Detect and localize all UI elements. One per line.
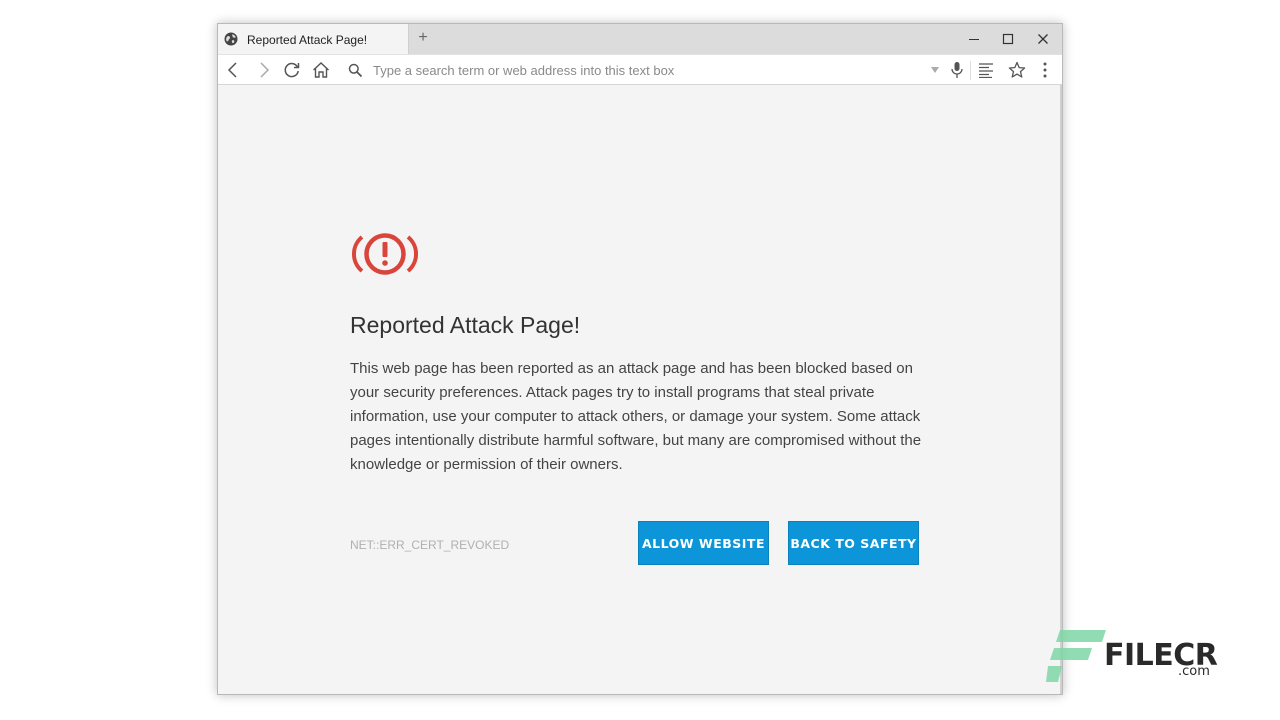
globe-icon: [224, 32, 238, 46]
home-button[interactable]: [310, 60, 332, 80]
warning-alert-icon: [352, 233, 418, 275]
microphone-icon: [951, 62, 963, 78]
window-edge-shade: [1060, 85, 1062, 694]
menu-icon: [1043, 62, 1047, 78]
toolbar-divider: [970, 61, 971, 80]
voice-search-button[interactable]: [946, 60, 968, 80]
star-icon: [1008, 61, 1026, 78]
minimize-button[interactable]: [959, 28, 989, 50]
address-dropdown-button[interactable]: [924, 60, 946, 80]
warning-description: This web page has been reported as an at…: [350, 360, 922, 473]
error-code: NET::ERR_CERT_REVOKED: [350, 538, 510, 552]
menu-button[interactable]: [1034, 60, 1056, 80]
dropdown-icon: [931, 67, 939, 73]
navigation-toolbar: Type a search term or web address into t…: [218, 54, 1062, 85]
back-icon: [227, 62, 237, 78]
address-bar[interactable]: Type a search term or web address into t…: [373, 63, 674, 78]
forward-button[interactable]: [253, 60, 275, 80]
watermark-domain: .com: [1178, 664, 1210, 679]
allow-website-button[interactable]: ALLOW WEBSITE: [638, 521, 769, 565]
maximize-icon: [1002, 33, 1014, 45]
page-title: Reported Attack Page!: [350, 312, 581, 338]
active-tab[interactable]: Reported Attack Page!: [218, 24, 409, 54]
reader-icon: [979, 63, 993, 78]
reload-button[interactable]: [281, 60, 303, 80]
close-icon: [1038, 34, 1048, 44]
tab-title: Reported Attack Page!: [247, 33, 368, 47]
minimize-icon: [969, 39, 979, 40]
search-button: [344, 60, 366, 80]
tab-strip: Reported Attack Page! +: [218, 24, 1062, 54]
page-content: Reported Attack Page! This web page has …: [218, 85, 1060, 694]
search-icon: [348, 63, 362, 77]
browser-window: Reported Attack Page! + Type a search te…: [217, 23, 1063, 695]
reload-icon: [284, 62, 300, 78]
maximize-button[interactable]: [993, 28, 1023, 50]
back-to-safety-button[interactable]: BACK TO SAFETY: [788, 521, 919, 565]
favorite-button[interactable]: [1006, 60, 1028, 80]
home-icon: [313, 62, 329, 78]
filecr-watermark: FILECR .com: [1046, 628, 1218, 684]
close-button[interactable]: [1028, 28, 1058, 50]
reader-view-button[interactable]: [975, 60, 997, 80]
forward-icon: [260, 62, 270, 78]
new-tab-button[interactable]: +: [415, 29, 431, 47]
back-button[interactable]: [222, 60, 244, 80]
filecr-logo-icon: [1046, 630, 1106, 682]
